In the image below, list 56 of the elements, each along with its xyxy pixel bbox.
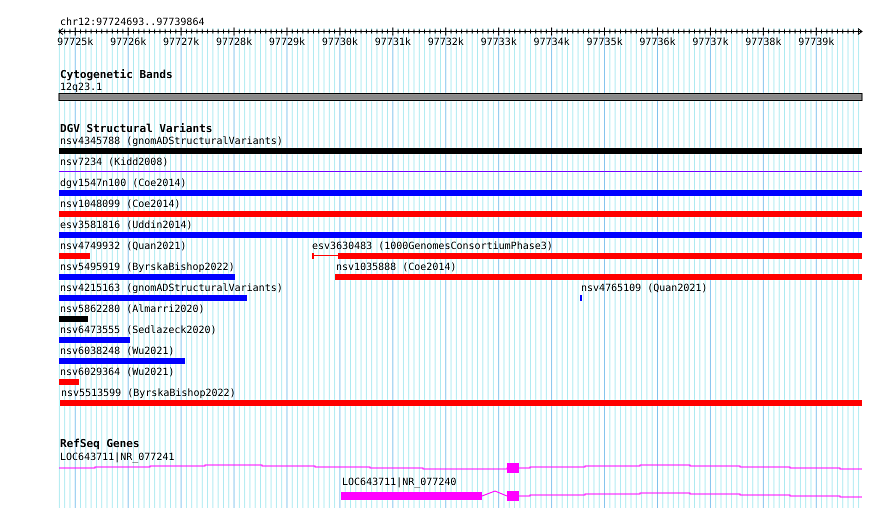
variant-bar[interactable] (59, 358, 185, 364)
variant-label: nsv1035888 (Coe2014) (336, 262, 456, 273)
variant-bar[interactable] (59, 316, 88, 322)
ruler-tick-label: 97726k (110, 37, 146, 48)
ruler-tick-label: 97735k (586, 37, 623, 48)
variant-label: nsv7234 (Kidd2008) (60, 157, 168, 168)
location-label: chr12:97724693..97739864 (60, 17, 204, 28)
variant-bar[interactable] (335, 274, 862, 280)
variant-label: nsv5495919 (ByrskaBishop2022) (60, 262, 235, 273)
variant-feature[interactable] (312, 253, 862, 259)
ruler-tick-label: 97729k (268, 37, 306, 48)
track-title: RefSeq Genes (60, 437, 140, 450)
variant-label: nsv4345788 (gnomADStructuralVariants) (60, 136, 283, 147)
ruler-tick-label: 97736k (639, 37, 676, 48)
ruler-tick-label: 97739k (798, 37, 834, 48)
ruler-tick-label: 97727k (163, 37, 200, 48)
variant-bar[interactable] (59, 253, 90, 259)
variant-bar[interactable] (59, 232, 862, 238)
gene-label: LOC643711|NR_077241 (60, 452, 174, 463)
variant-label: nsv4749932 (Quan2021) (60, 241, 186, 252)
variant-label: nsv6038248 (Wu2021) (60, 346, 174, 357)
variant-bar[interactable] (59, 337, 130, 343)
ruler-tick-label: 97738k (745, 37, 782, 48)
variant-bar[interactable] (59, 148, 862, 154)
variant-label: nsv6473555 (Sedlazeck2020) (60, 325, 217, 336)
band-label: 12q23.1 (60, 82, 102, 93)
ruler-tick-label: 97725k (57, 37, 94, 48)
variant-label: esv3581816 (Uddin2014) (60, 220, 192, 231)
ruler-tick-label: 97733k (480, 37, 517, 48)
ruler-tick-label: 97737k (692, 37, 728, 48)
variant-label: nsv4765109 (Quan2021) (581, 283, 708, 294)
variant-label: nsv5862280 (Almarri2020) (60, 304, 204, 315)
variant-bar[interactable] (60, 400, 862, 406)
gene-label: LOC643711|NR_077240 (342, 477, 456, 488)
variant-line[interactable] (59, 171, 862, 172)
variant-bar[interactable] (59, 379, 79, 385)
gene-model[interactable] (341, 490, 862, 501)
ruler-tick-label: 97732k (428, 37, 464, 48)
track-title: Cytogenetic Bands (60, 68, 173, 81)
variant-label: dgv1547n100 (Coe2014) (60, 178, 186, 189)
ruler-tick-label: 97734k (534, 37, 570, 48)
ruler-tick-label: 97730k (322, 37, 358, 48)
ruler-tick-label: 97731k (374, 37, 411, 48)
ruler-tick-label: 97728k (216, 37, 252, 48)
variant-label: nsv4215163 (gnomADStructuralVariants) (60, 283, 283, 294)
variant-label: nsv6029364 (Wu2021) (60, 367, 174, 378)
gene-model[interactable] (58, 463, 862, 473)
variant-label: nsv5513599 (ByrskaBishop2022) (61, 388, 236, 399)
cytoband[interactable] (58, 93, 862, 101)
track-title: DGV Structural Variants (60, 122, 212, 135)
variant-bar[interactable] (59, 295, 247, 301)
variant-bar[interactable] (59, 274, 235, 280)
variant-label: esv3630483 (1000GenomesConsortiumPhase3) (312, 241, 553, 252)
variant-bar[interactable] (59, 211, 862, 217)
variant-label: nsv1048099 (Coe2014) (60, 199, 180, 210)
variant-bar[interactable] (59, 190, 862, 196)
